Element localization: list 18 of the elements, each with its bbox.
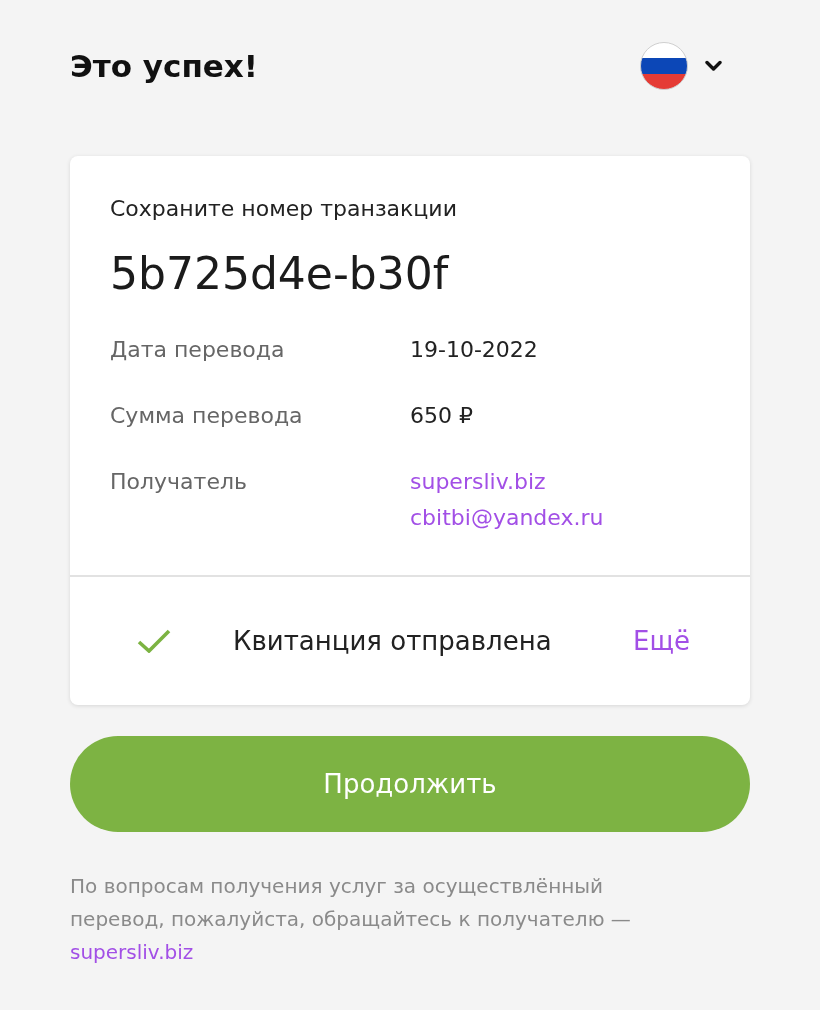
recipient-link[interactable]: cbitbi@yandex.ru bbox=[410, 500, 604, 536]
page-title: Это успех! bbox=[70, 47, 258, 86]
recipient-link[interactable]: supersliv.biz bbox=[410, 464, 546, 500]
language-selector[interactable] bbox=[640, 42, 722, 90]
detail-label: Дата перевода bbox=[110, 336, 286, 364]
more-link[interactable]: Ещё bbox=[633, 624, 690, 658]
recipient-link[interactable]: supersliv.biz bbox=[70, 940, 194, 964]
support-note: По вопросам получения услуг за осуществлённый перевод, пожалуйста, обращайтесь к получателю — supersliv.biz bbox=[70, 873, 632, 966]
transaction-id: 5b725d4e-b30f bbox=[110, 248, 450, 300]
detail-value: 650 ₽ bbox=[410, 402, 473, 430]
receipt-status: Квитанция отправлена bbox=[233, 625, 553, 658]
flag-icon bbox=[640, 42, 688, 90]
chevron-down-icon bbox=[705, 60, 722, 72]
card-caption: Сохраните номер транзакции bbox=[110, 195, 458, 223]
detail-label: Получатель bbox=[110, 468, 248, 496]
detail-value: 19-10-2022 bbox=[410, 336, 538, 364]
continue-button[interactable]: Продолжить bbox=[70, 736, 750, 832]
detail-label: Сумма перевода bbox=[110, 402, 304, 430]
